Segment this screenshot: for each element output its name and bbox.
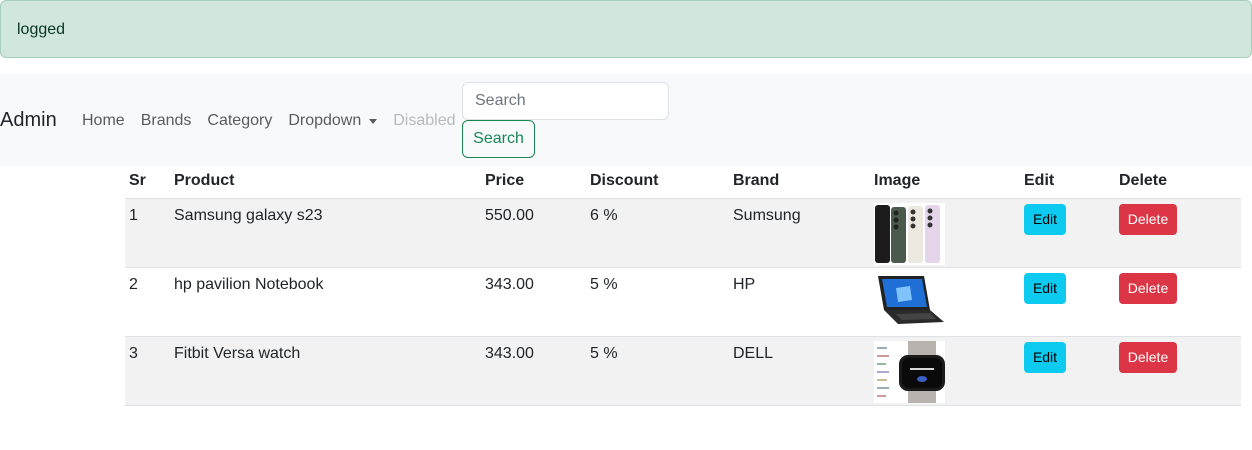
table-header-row: Sr Product Price Discount Brand Image Ed… <box>125 166 1241 199</box>
cell-delete: Delete <box>1115 198 1241 268</box>
nav-link-disabled: Disabled <box>393 112 456 129</box>
header-discount: Discount <box>586 166 729 199</box>
header-product: Product <box>170 166 481 199</box>
cell-discount: 5 % <box>586 336 729 406</box>
cell-price: 550.00 <box>481 198 586 268</box>
smartwatch-image <box>874 340 945 403</box>
cell-brand: Sumsung <box>729 198 870 268</box>
nav-link-brands[interactable]: Brands <box>141 112 192 130</box>
navbar-brand[interactable]: Admin <box>0 109 57 132</box>
nav-link-category[interactable]: Category <box>207 112 272 130</box>
cell-product: Fitbit Versa watch <box>170 336 481 406</box>
table-row: 3 Fitbit Versa watch 343.00 5 % DELL Edi… <box>125 336 1241 406</box>
search-input[interactable] <box>462 82 669 120</box>
delete-button[interactable]: Delete <box>1119 203 1177 235</box>
delete-button[interactable]: Delete <box>1119 341 1177 373</box>
cell-sr: 2 <box>125 267 170 337</box>
cell-product: hp pavilion Notebook <box>170 267 481 337</box>
products-table: Sr Product Price Discount Brand Image Ed… <box>125 166 1241 406</box>
header-price: Price <box>481 166 586 199</box>
cell-brand: DELL <box>729 336 870 406</box>
header-edit: Edit <box>1020 166 1115 199</box>
navbar: Admin Home Brands Category Dropdown Disa… <box>0 74 1252 166</box>
header-image: Image <box>870 166 1020 199</box>
cell-sr: 1 <box>125 198 170 268</box>
alert-text: logged <box>17 21 66 38</box>
alert-success: logged <box>0 0 1252 58</box>
cell-brand: HP <box>729 267 870 337</box>
edit-button[interactable]: Edit <box>1024 203 1066 235</box>
cell-price: 343.00 <box>481 267 586 337</box>
laptop-image <box>874 271 945 334</box>
table-row: 2 hp pavilion Notebook 343.00 5 % HP Edi… <box>125 267 1241 337</box>
smartphones-image <box>874 202 945 265</box>
edit-button[interactable]: Edit <box>1024 341 1066 373</box>
cell-discount: 6 % <box>586 198 729 268</box>
nav-link-home[interactable]: Home <box>82 112 125 130</box>
cell-sr: 3 <box>125 336 170 406</box>
edit-button[interactable]: Edit <box>1024 272 1066 304</box>
dropdown-label: Dropdown <box>288 112 362 129</box>
nav-dropdown-toggle[interactable]: Dropdown <box>288 112 378 130</box>
cell-image <box>870 198 1020 268</box>
cell-edit: Edit <box>1020 198 1115 268</box>
cell-delete: Delete <box>1115 336 1241 406</box>
cell-price: 343.00 <box>481 336 586 406</box>
cell-edit: Edit <box>1020 336 1115 406</box>
nav-links: Home Brands Category Dropdown Disabled <box>82 112 456 130</box>
cell-discount: 5 % <box>586 267 729 337</box>
cell-image <box>870 336 1020 406</box>
table-row: 1 Samsung galaxy s23 550.00 6 % Sumsung … <box>125 198 1241 268</box>
header-brand: Brand <box>729 166 870 199</box>
cell-delete: Delete <box>1115 267 1241 337</box>
cell-image <box>870 267 1020 337</box>
header-sr: Sr <box>125 166 170 199</box>
cell-product: Samsung galaxy s23 <box>170 198 481 268</box>
caret-down-icon <box>369 118 378 124</box>
search-button[interactable]: Search <box>462 120 535 158</box>
delete-button[interactable]: Delete <box>1119 272 1177 304</box>
cell-edit: Edit <box>1020 267 1115 337</box>
header-delete: Delete <box>1115 166 1241 199</box>
